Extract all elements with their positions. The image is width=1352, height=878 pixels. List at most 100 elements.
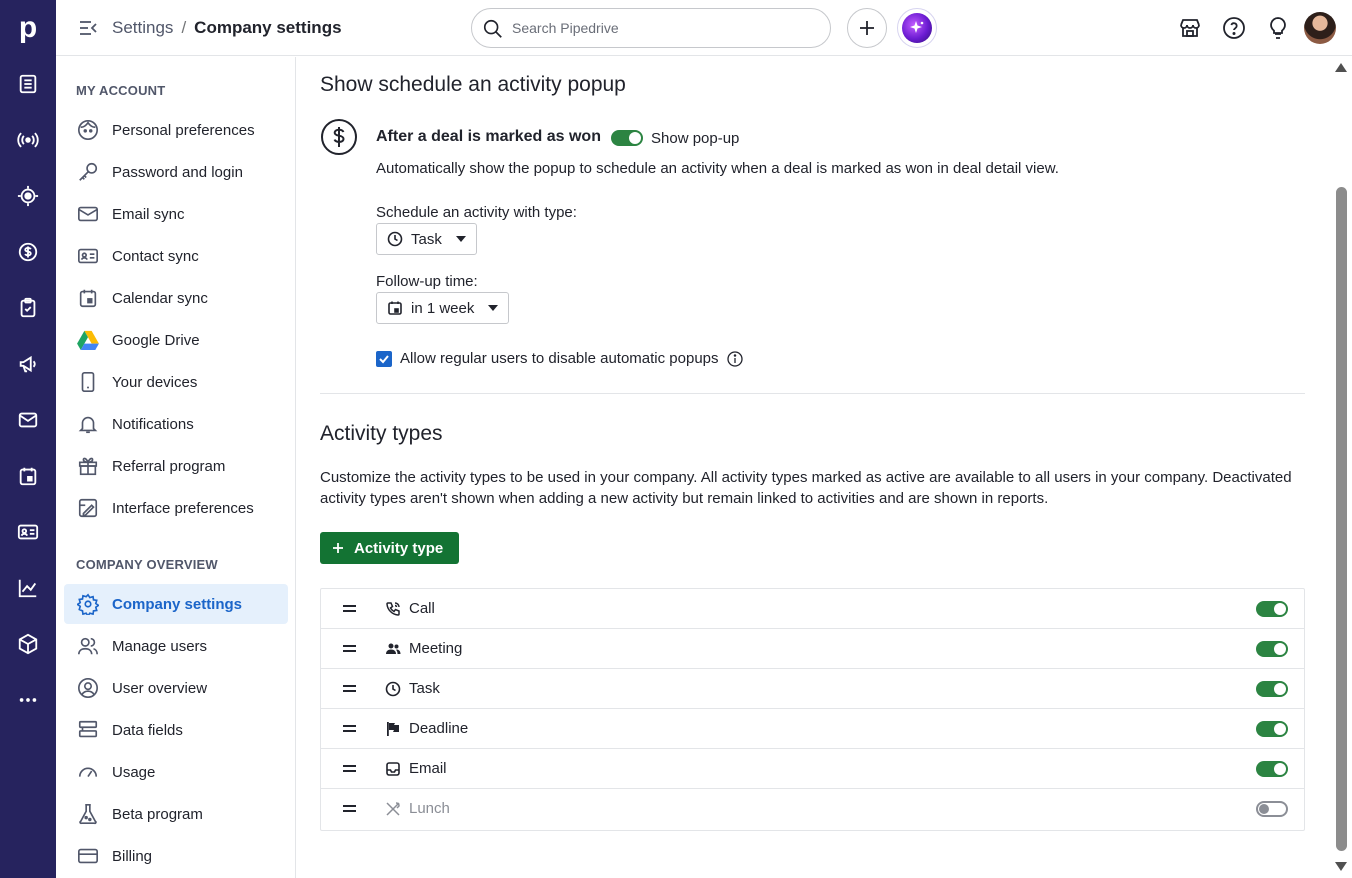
activity-type-label: Call <box>409 600 435 617</box>
data-fields-icon <box>76 718 100 742</box>
search-icon <box>483 19 502 38</box>
sidebar-item-contact-sync[interactable]: Contact sync <box>64 236 288 276</box>
phone-call-icon <box>386 602 400 616</box>
activity-type-toggle-call[interactable] <box>1256 601 1288 617</box>
activity-type-label: Email <box>409 760 447 777</box>
show-popup-toggle[interactable] <box>611 130 643 146</box>
meeting-icon <box>386 643 401 654</box>
search-box[interactable] <box>471 8 831 48</box>
drag-handle-icon[interactable] <box>343 724 357 734</box>
breadcrumb-settings[interactable]: Settings <box>112 18 173 38</box>
activity-type-select[interactable]: Task <box>376 223 477 255</box>
chevron-down-icon <box>488 305 499 311</box>
sidebar-item-manage-users[interactable]: Manage users <box>64 626 288 666</box>
activity-types-title: Activity types <box>320 422 443 445</box>
breadcrumb: Settings / Company settings <box>112 18 342 38</box>
quick-add-button[interactable] <box>847 8 887 48</box>
sidebar-item-password-login[interactable]: Password and login <box>64 152 288 192</box>
avatar[interactable] <box>1304 12 1336 44</box>
sidebar-item-label: Interface preferences <box>112 499 254 517</box>
deals-icon[interactable] <box>0 224 56 280</box>
plus-icon <box>860 21 874 35</box>
activity-type-value: Task <box>411 230 442 248</box>
sidebar-item-label: Referral program <box>112 457 226 475</box>
activity-type-row-meeting: Meeting <box>321 629 1304 669</box>
activity-type-row-email: Email <box>321 749 1304 789</box>
face-icon <box>76 118 100 142</box>
sidebar-item-company-settings[interactable]: Company settings <box>64 584 288 624</box>
radar-icon[interactable] <box>0 112 56 168</box>
sidebar-item-calendar-sync[interactable]: Calendar sync <box>64 278 288 318</box>
focus-icon[interactable] <box>0 168 56 224</box>
leads-icon[interactable] <box>0 56 56 112</box>
tasks-icon[interactable] <box>0 280 56 336</box>
sparkle-icon <box>902 13 932 43</box>
sidebar-item-label: Beta program <box>112 805 203 823</box>
calendar-icon[interactable] <box>0 448 56 504</box>
sidebar-item-label: Email sync <box>112 205 185 223</box>
section-divider <box>320 393 1305 394</box>
followup-select[interactable]: in 1 week <box>376 292 510 324</box>
marketplace-icon[interactable] <box>1178 16 1202 40</box>
top-bar: Settings / Company settings <box>56 0 1352 56</box>
sidebar-item-beta-program[interactable]: Beta program <box>64 794 288 834</box>
more-icon[interactable] <box>0 672 56 728</box>
drag-handle-icon[interactable] <box>343 764 357 774</box>
activity-type-toggle-deadline[interactable] <box>1256 721 1288 737</box>
sidebar-item-email-sync[interactable]: Email sync <box>64 194 288 234</box>
search-input[interactable] <box>512 20 812 36</box>
bell-icon <box>76 412 100 436</box>
utensils-icon <box>386 802 400 816</box>
sidebar-item-personal-preferences[interactable]: Personal preferences <box>64 110 288 150</box>
users-icon <box>76 634 100 658</box>
sidebar-item-interface-preferences[interactable]: Interface preferences <box>64 488 288 528</box>
sidebar-item-google-drive[interactable]: Google Drive <box>64 320 288 360</box>
activity-type-toggle-lunch[interactable] <box>1256 801 1288 817</box>
help-icon[interactable] <box>1222 16 1246 40</box>
add-activity-type-button[interactable]: Activity type <box>320 532 460 564</box>
sidebar-item-user-overview[interactable]: User overview <box>64 668 288 708</box>
activity-types-description-line2: activity types aren't shown when adding … <box>320 490 1049 507</box>
sidebar-item-data-fields[interactable]: Data fields <box>64 710 288 750</box>
sidebar-item-label: Your devices <box>112 373 198 391</box>
sidebar-item-label: Google Drive <box>112 331 200 349</box>
my-account-heading: MY ACCOUNT <box>76 83 166 98</box>
scroll-down-arrow-icon[interactable] <box>1335 862 1347 871</box>
followup-value: in 1 week <box>411 299 475 317</box>
sidebar-item-notifications[interactable]: Notifications <box>64 404 288 444</box>
drag-handle-icon[interactable] <box>343 804 357 814</box>
contact-card-icon <box>76 244 100 268</box>
clock-icon <box>387 231 403 247</box>
pipedrive-logo[interactable]: p <box>0 0 56 56</box>
collapse-menu-icon[interactable] <box>78 18 98 38</box>
sidebar-item-your-devices[interactable]: Your devices <box>64 362 288 402</box>
contacts-icon[interactable] <box>0 504 56 560</box>
scrollbar-thumb[interactable] <box>1336 187 1347 851</box>
drag-handle-icon[interactable] <box>343 684 357 694</box>
mail-icon[interactable] <box>0 392 56 448</box>
scroll-up-arrow-icon[interactable] <box>1335 63 1347 72</box>
products-icon[interactable] <box>0 616 56 672</box>
google-drive-icon <box>76 328 100 352</box>
info-icon[interactable] <box>727 351 743 367</box>
activity-type-label: Task <box>409 680 440 697</box>
settings-sidebar: MY ACCOUNT Personal preferences Password… <box>56 57 296 878</box>
sidebar-item-billing[interactable]: Billing <box>64 836 288 876</box>
popup-description: Automatically show the popup to schedule… <box>376 160 1059 177</box>
activity-type-toggle-email[interactable] <box>1256 761 1288 777</box>
insights-icon[interactable] <box>0 560 56 616</box>
lightbulb-icon[interactable] <box>1266 16 1290 40</box>
activity-type-toggle-task[interactable] <box>1256 681 1288 697</box>
ai-assistant-button[interactable] <box>897 8 937 48</box>
popup-section-title: Show schedule an activity popup <box>320 73 626 96</box>
sidebar-item-usage[interactable]: Usage <box>64 752 288 792</box>
won-trigger-title: After a deal is marked as won <box>376 128 601 145</box>
campaigns-icon[interactable] <box>0 336 56 392</box>
sidebar-item-referral-program[interactable]: Referral program <box>64 446 288 486</box>
sidebar-item-label: Calendar sync <box>112 289 208 307</box>
drag-handle-icon[interactable] <box>343 644 357 654</box>
drag-handle-icon[interactable] <box>343 604 357 614</box>
allow-disable-checkbox[interactable] <box>376 351 392 367</box>
activity-type-toggle-meeting[interactable] <box>1256 641 1288 657</box>
gear-icon <box>76 592 100 616</box>
